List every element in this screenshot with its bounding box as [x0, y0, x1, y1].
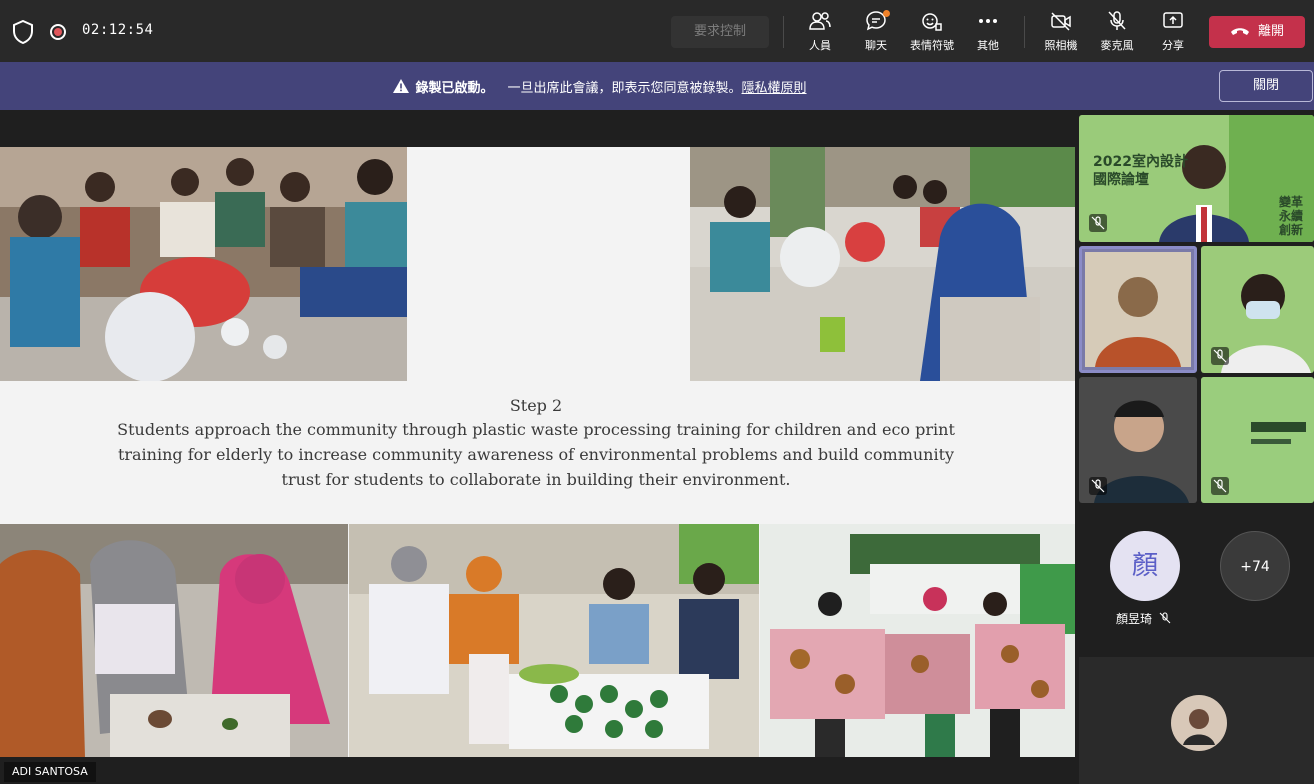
- presentation-slide: Step 2 Students approach the community t…: [0, 147, 1075, 757]
- participant-tile-active-speaker[interactable]: [1079, 246, 1197, 373]
- reactions-label: 表情符號: [910, 39, 954, 52]
- meeting-timer: 02:12:54: [82, 22, 154, 38]
- participant-tile-speaker-main[interactable]: 2022室內設計國際論壇 變革永續創新: [1079, 115, 1314, 242]
- camera-off-icon: [1051, 12, 1071, 31]
- shield-icon[interactable]: [12, 20, 34, 44]
- slide-step-description: Students approach the community through …: [117, 420, 955, 489]
- camera-button[interactable]: 照相機: [1033, 10, 1089, 56]
- request-control-button[interactable]: 要求控制: [671, 16, 769, 48]
- participant-tile-glasses[interactable]: [1079, 377, 1197, 503]
- muted-indicator: [1211, 347, 1229, 365]
- photo-leaf-printing: [349, 524, 759, 757]
- toolbar-divider: [1024, 16, 1025, 48]
- mic-label: 麥克風: [1100, 39, 1134, 52]
- mic-button[interactable]: 麥克風: [1089, 10, 1145, 56]
- muted-indicator: [1211, 477, 1229, 495]
- photo-children-plastic-training: [0, 147, 407, 381]
- mic-off-icon: [1159, 612, 1171, 624]
- mic-off-icon: [1213, 349, 1227, 363]
- chat-notification-dot: [883, 10, 890, 17]
- leave-button[interactable]: 離開: [1209, 16, 1305, 48]
- muted-indicator: [1089, 214, 1107, 232]
- participant-tile-mask[interactable]: [1201, 246, 1314, 373]
- mic-off-icon: [1091, 216, 1105, 230]
- conference-banner-title: 2022室內設計國際論壇: [1093, 154, 1188, 188]
- meeting-toolbar: 02:12:54 要求控制 人員 聊天 表情符號 其他 照相機 麥克風 分享 離…: [0, 0, 1314, 62]
- more-participants-button[interactable]: +74: [1220, 531, 1290, 601]
- muted-indicator: [1089, 477, 1107, 495]
- more-dots-icon: [979, 19, 997, 23]
- toolbar-divider: [783, 16, 784, 48]
- share-button[interactable]: 分享: [1145, 10, 1201, 56]
- self-avatar[interactable]: [1171, 695, 1227, 751]
- chat-label: 聊天: [865, 39, 887, 52]
- reactions-button[interactable]: 表情符號: [904, 10, 960, 56]
- privacy-policy-link[interactable]: 隱私權原則: [742, 81, 807, 96]
- chat-button[interactable]: 聊天: [848, 10, 904, 56]
- leave-label: 離開: [1257, 24, 1284, 39]
- presenter-name-tag: ADI SANTOSA: [4, 762, 96, 782]
- hang-up-phone-icon: [1230, 27, 1249, 35]
- recording-started-text: 錄製已啟動。: [415, 81, 494, 96]
- consent-text: 一旦出席此會議，即表示您同意被錄製。: [507, 81, 742, 96]
- close-banner-button[interactable]: 關閉: [1219, 70, 1313, 102]
- shared-screen: Step 2 Students approach the community t…: [0, 110, 1077, 784]
- participant-tile-banner[interactable]: [1201, 377, 1314, 503]
- more-label: 其他: [977, 39, 999, 52]
- recording-banner: 錄製已啟動。 一旦出席此會議，即表示您同意被錄製。隱私權原則: [0, 62, 1314, 110]
- slide-step-title: Step 2: [509, 396, 563, 415]
- reactions-icon: [922, 13, 942, 31]
- photo-eco-print-elderly: [0, 524, 348, 757]
- photo-plastic-bottle-workshop: [690, 147, 1075, 381]
- mic-off-icon: [1213, 479, 1227, 493]
- share-label: 分享: [1162, 39, 1184, 52]
- people-label: 人員: [809, 39, 831, 52]
- slide-caption: Step 2 Students approach the community t…: [110, 395, 962, 492]
- photo-eco-print-fabrics: [760, 524, 1075, 757]
- more-button[interactable]: 其他: [960, 10, 1016, 56]
- camera-label: 照相機: [1044, 39, 1078, 52]
- participant-name-label: 顏昱琦: [1116, 612, 1153, 626]
- self-view: [1079, 657, 1314, 784]
- mic-off-icon: [1108, 11, 1126, 30]
- recording-banner-text: 錄製已啟動。 一旦出席此會議，即表示您同意被錄製。隱私權原則: [0, 77, 1200, 96]
- people-button[interactable]: 人員: [792, 10, 848, 56]
- recording-indicator-icon: [50, 24, 66, 40]
- people-icon: [809, 12, 831, 30]
- warning-icon: [393, 79, 410, 93]
- participant-avatar[interactable]: 顏: [1110, 531, 1180, 601]
- share-icon: [1163, 12, 1183, 28]
- conference-banner-tagline: 變革永續創新: [1279, 195, 1304, 237]
- mic-off-icon: [1091, 479, 1105, 493]
- participant-name: 顏昱琦: [1116, 610, 1172, 627]
